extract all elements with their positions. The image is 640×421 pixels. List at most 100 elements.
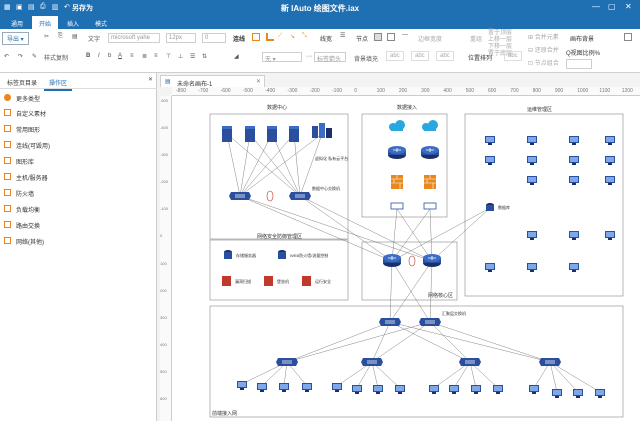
workstation-icon[interactable]: [527, 136, 537, 145]
workstation-icon[interactable]: [485, 156, 495, 165]
format-copy-button[interactable]: 样式复制: [44, 53, 68, 62]
tab-start[interactable]: 开始: [32, 16, 59, 29]
endpoint-icon[interactable]: [429, 385, 439, 394]
access-switch-icon[interactable]: [538, 357, 562, 367]
bastion-icon[interactable]: [264, 276, 273, 286]
workstation-icon[interactable]: [527, 231, 537, 240]
text-b-icon[interactable]: b: [108, 53, 111, 59]
align-justify-icon[interactable]: ☰: [190, 53, 195, 60]
restore-merge-button[interactable]: ⊟ 还原合并: [528, 45, 559, 54]
workstation-icon[interactable]: [527, 156, 537, 165]
zone-security[interactable]: [209, 239, 349, 301]
dc-switch-icon[interactable]: [228, 191, 252, 201]
workstation-icon[interactable]: [527, 176, 537, 185]
align-center-icon[interactable]: ≣: [142, 53, 147, 60]
cloud-icon[interactable]: [422, 120, 438, 131]
server-icon[interactable]: [222, 126, 232, 142]
endpoint-icon[interactable]: [373, 385, 383, 394]
line-style-select[interactable]: 无 ▾: [262, 52, 302, 63]
style-sample-4[interactable]: abc: [504, 51, 522, 61]
line-straight-icon[interactable]: [252, 33, 260, 41]
remove-label[interactable]: 重组: [470, 34, 482, 43]
server-icon[interactable]: [289, 126, 299, 142]
arrange-down[interactable]: 下移一层: [488, 44, 512, 50]
workstation-icon[interactable]: [485, 136, 495, 145]
line-width-icon[interactable]: ☰: [340, 32, 345, 39]
style-sample-2[interactable]: abc: [411, 51, 429, 61]
style-sample-1[interactable]: abc: [386, 51, 404, 61]
italic-icon[interactable]: I: [98, 53, 100, 59]
export-button[interactable]: 导出 ▾: [2, 32, 29, 45]
workstation-icon[interactable]: [605, 231, 615, 240]
endpoint-icon[interactable]: [395, 385, 405, 394]
panel-close-icon[interactable]: ✕: [148, 76, 153, 83]
cloud-icon[interactable]: [389, 120, 405, 131]
workstation-icon[interactable]: [569, 156, 579, 165]
font-zero-select[interactable]: 0: [202, 33, 226, 43]
maximize-icon[interactable]: ▢: [608, 2, 616, 11]
view-ratio-input[interactable]: [566, 59, 592, 69]
canvas-bg-button[interactable]: 画布背景: [570, 34, 594, 43]
line-pattern-icon[interactable]: ⋯: [306, 53, 312, 60]
line-arrow-icon[interactable]: ↘: [290, 33, 295, 40]
node-group-button[interactable]: ⊡ 节点组合: [528, 58, 559, 67]
endpoint-icon[interactable]: [529, 385, 539, 394]
endpoint-pc-icon[interactable]: [237, 381, 247, 390]
workstation-icon[interactable]: [605, 156, 615, 165]
ops-security-icon[interactable]: [302, 276, 311, 286]
underline-icon[interactable]: A: [118, 53, 122, 59]
workstation-icon[interactable]: [605, 176, 615, 185]
tab-mode[interactable]: 模式: [88, 16, 114, 29]
align-middle-icon[interactable]: ⊥: [178, 53, 183, 60]
line-dash-icon[interactable]: ⤡: [302, 33, 307, 40]
bold-icon[interactable]: B: [86, 53, 90, 59]
font-size-select[interactable]: 12px: [166, 33, 196, 43]
view-ratio-button[interactable]: Q视图比例%: [566, 48, 600, 57]
brush-icon[interactable]: ✎: [32, 53, 37, 60]
tab-insert[interactable]: 插入: [60, 16, 86, 29]
endpoint-icon[interactable]: [257, 383, 267, 392]
arrange-top[interactable]: 置于顶层: [488, 30, 512, 36]
endpoint-icon[interactable]: [332, 383, 342, 392]
storage-icon[interactable]: [224, 250, 232, 259]
gateway-icon[interactable]: [390, 202, 404, 210]
workstation-icon[interactable]: [569, 136, 579, 145]
label-style-select[interactable]: 标签箭头: [314, 52, 346, 63]
cloud-host-icon[interactable]: [312, 123, 332, 138]
endpoint-icon[interactable]: [493, 385, 503, 394]
endpoint-icon[interactable]: [352, 385, 362, 394]
workstation-icon[interactable]: [569, 231, 579, 240]
core-switch-icon[interactable]: [382, 253, 402, 268]
canvas-bg-swatch[interactable]: [624, 33, 632, 41]
node-fill-icon[interactable]: [374, 33, 382, 41]
workstation-icon[interactable]: [485, 263, 495, 272]
endpoint-icon[interactable]: [471, 385, 481, 394]
agg-switch-icon[interactable]: [378, 317, 402, 327]
endpoint-icon[interactable]: [302, 383, 312, 392]
access-switch-icon[interactable]: [458, 357, 482, 367]
workstation-icon[interactable]: [605, 136, 615, 145]
workstation-icon[interactable]: [569, 263, 579, 272]
text-dir-icon[interactable]: ⇅: [202, 53, 207, 60]
document-tab-close-icon[interactable]: ✕: [256, 78, 261, 85]
agg-switch-icon[interactable]: [418, 317, 442, 327]
node-line-icon[interactable]: —: [402, 32, 408, 38]
style-sample-3[interactable]: abc: [436, 51, 454, 61]
router-icon[interactable]: [420, 145, 440, 160]
server-icon[interactable]: [245, 126, 255, 142]
drawing-canvas[interactable]: 数据中心 数据接入 运维管理区 网络安全防御管理区 网络核心区 前端接入网 虚拟…: [172, 96, 640, 421]
endpoint-icon[interactable]: [449, 385, 459, 394]
minimize-icon[interactable]: —: [592, 2, 600, 11]
group-elements-button[interactable]: ⊞ 合并元素: [528, 32, 559, 41]
access-switch-icon[interactable]: [275, 357, 299, 367]
tab-general[interactable]: 通用: [4, 16, 30, 29]
workstation-icon[interactable]: [569, 176, 579, 185]
line-color-icon[interactable]: ◢: [234, 53, 239, 60]
undo-icon[interactable]: ↶: [4, 53, 9, 60]
workstation-icon[interactable]: [527, 263, 537, 272]
zone-access[interactable]: [209, 305, 624, 418]
router-icon[interactable]: [387, 145, 407, 160]
core-switch-icon[interactable]: [422, 253, 442, 268]
redo-icon[interactable]: ↷: [18, 53, 23, 60]
endpoint-icon[interactable]: [573, 389, 583, 398]
